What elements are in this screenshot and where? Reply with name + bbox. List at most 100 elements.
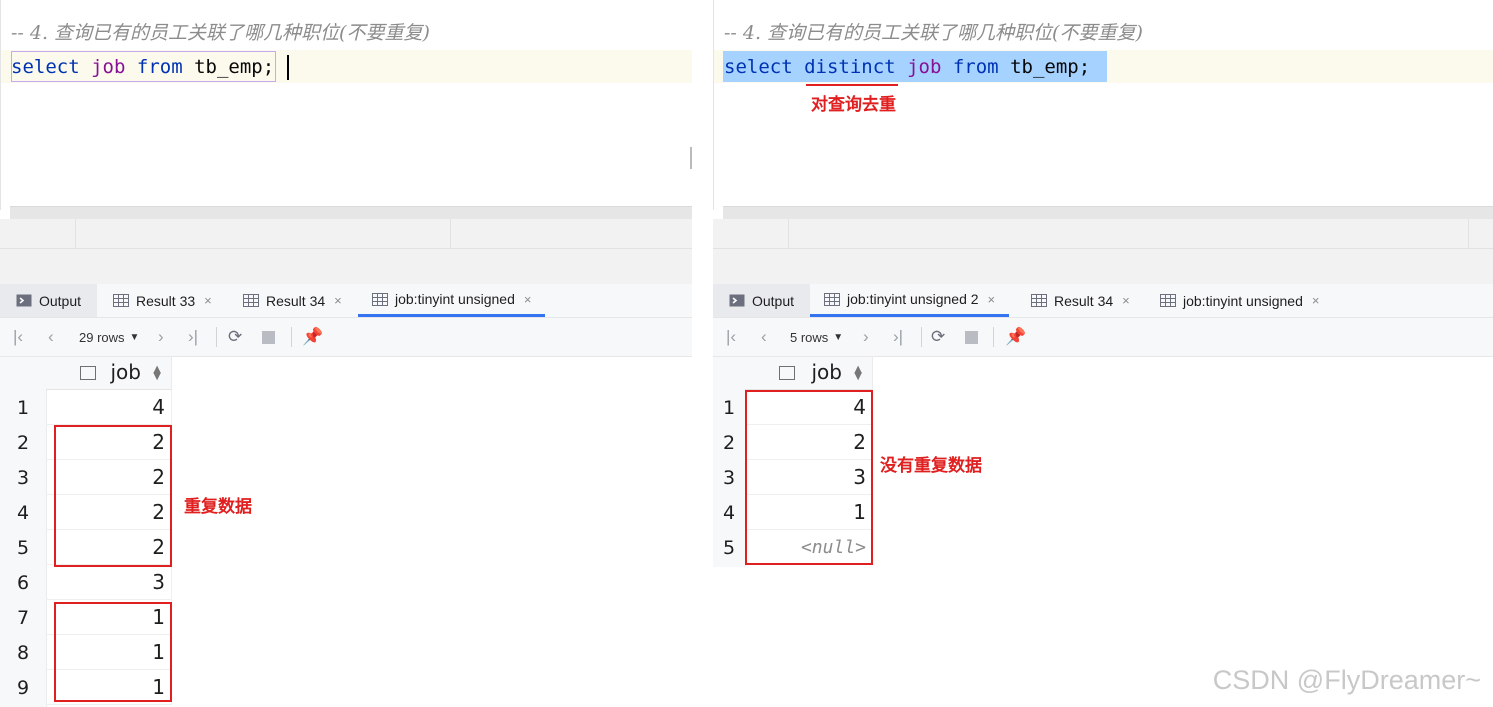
table-icon [243, 294, 259, 307]
tab-output[interactable]: Output [713, 284, 810, 317]
keyword-from: from [136, 56, 183, 78]
column-job: job [91, 56, 126, 78]
output-icon [729, 294, 745, 307]
close-icon[interactable]: × [988, 292, 996, 307]
close-icon[interactable]: × [524, 292, 532, 307]
tab-label: job:tinyint unsigned [1183, 292, 1303, 309]
table-name: tb_emp [1010, 56, 1079, 78]
next-page-icon[interactable]: › [158, 318, 164, 356]
tab-result-34[interactable]: Result 34 × [243, 284, 342, 317]
tab-result-34[interactable]: Result 34 × [1031, 284, 1130, 317]
row-number[interactable]: 8 [0, 635, 46, 670]
first-page-icon[interactable]: |‹ [726, 318, 736, 356]
close-icon[interactable]: × [204, 293, 212, 308]
column-job: job [907, 56, 942, 78]
tab-output[interactable]: Output [0, 284, 97, 317]
close-icon[interactable]: × [1312, 293, 1320, 308]
row-number[interactable]: 4 [713, 495, 745, 530]
no-duplicate-annotation: 没有重复数据 [880, 456, 982, 476]
sql-editor[interactable]: -- 4. 查询已有的员工关联了哪几种职位(不要重复) select job f… [0, 0, 692, 210]
toolbar-separator [993, 327, 994, 347]
tab-result-33[interactable]: Result 33 × [113, 284, 212, 317]
editor-scrollbar[interactable] [690, 147, 692, 169]
column-header-label: job [811, 360, 843, 384]
chevron-down-icon: ▼ [833, 331, 844, 343]
pin-icon[interactable]: 📌 [302, 318, 323, 356]
duplicate-annotation: 重复数据 [184, 497, 252, 517]
text-caret [287, 55, 289, 80]
close-icon[interactable]: × [334, 293, 342, 308]
last-page-icon[interactable]: ›| [893, 318, 903, 356]
column-header-job[interactable]: job ▲ ▼ [745, 357, 873, 390]
row-number[interactable]: 2 [713, 425, 745, 460]
tab-label: Output [751, 292, 795, 309]
sql-statement[interactable]: select job from tb_emp; [11, 52, 274, 82]
divider [713, 248, 1493, 249]
rows-count-label: 29 rows [79, 329, 125, 345]
row-number[interactable]: 3 [0, 460, 46, 495]
table-cell-job[interactable]: 4 [46, 390, 172, 425]
rows-count-dropdown[interactable]: 5 rows ▼ [790, 318, 843, 356]
first-page-icon[interactable]: |‹ [13, 318, 23, 356]
tab-job-tinyint[interactable]: job:tinyint unsigned × [1160, 284, 1319, 317]
statement-end: ; [1078, 56, 1091, 78]
toolbar-separator [216, 327, 217, 347]
keyword-select: select [724, 56, 793, 78]
sql-comment: -- 4. 查询已有的员工关联了哪几种职位(不要重复) [724, 22, 1143, 44]
distinct-result-highlight-box [745, 390, 873, 565]
duplicate-highlight-box [54, 425, 172, 567]
row-number[interactable]: 2 [0, 425, 46, 460]
prev-page-icon[interactable]: ‹ [761, 318, 767, 356]
tab-label: job:tinyint unsigned [395, 291, 515, 307]
row-number[interactable]: 1 [713, 390, 745, 425]
distinct-underline [806, 84, 898, 86]
row-number[interactable]: 5 [713, 530, 745, 565]
row-number[interactable]: 6 [0, 565, 46, 600]
sql-statement[interactable]: select distinct job from tb_emp; [724, 52, 1090, 82]
close-icon[interactable]: × [1122, 293, 1130, 308]
panel-splitter[interactable] [713, 219, 1493, 284]
pin-icon[interactable]: 📌 [1005, 318, 1026, 356]
rows-count-dropdown[interactable]: 29 rows ▼ [79, 318, 139, 356]
table-icon [824, 292, 840, 306]
sql-comment: -- 4. 查询已有的员工关联了哪几种职位(不要重复) [11, 22, 430, 44]
keyword-from: from [952, 56, 999, 78]
statement-end: ; [262, 56, 275, 78]
stop-icon[interactable] [262, 318, 275, 356]
column-icon [779, 366, 795, 380]
horizontal-scrollbar[interactable] [723, 206, 1493, 220]
table-cell-job[interactable]: 3 [46, 565, 172, 600]
refresh-icon[interactable]: ⟳ [228, 318, 242, 356]
row-number[interactable]: 7 [0, 600, 46, 635]
sort-icon[interactable]: ▲ ▼ [854, 365, 862, 382]
tab-label: job:tinyint unsigned 2 [847, 291, 979, 307]
column-header-job[interactable]: job ▲ ▼ [46, 357, 172, 390]
row-number[interactable]: 1 [0, 390, 46, 425]
last-page-icon[interactable]: ›| [188, 318, 198, 356]
row-number[interactable]: 9 [0, 670, 46, 705]
panel-splitter[interactable] [0, 219, 692, 284]
output-icon [16, 294, 32, 307]
tab-label: Output [38, 292, 82, 309]
sort-icon[interactable]: ▲ ▼ [153, 365, 161, 382]
watermark: CSDN @FlyDreamer~ [1212, 665, 1481, 695]
horizontal-scrollbar[interactable] [10, 206, 692, 220]
row-number[interactable]: 4 [0, 495, 46, 530]
right-ide-panel: -- 4. 查询已有的员工关联了哪几种职位(不要重复) select disti… [713, 0, 1493, 707]
prev-page-icon[interactable]: ‹ [48, 318, 54, 356]
divider [1468, 219, 1469, 249]
divider [788, 219, 789, 249]
left-ide-panel: -- 4. 查询已有的员工关联了哪几种职位(不要重复) select job f… [0, 0, 692, 707]
rows-count-label: 5 rows [790, 329, 829, 345]
duplicate-highlight-box [54, 602, 172, 702]
tab-job-tinyint[interactable]: job:tinyint unsigned × [358, 284, 546, 317]
result-tabs: Output job:tinyint unsigned 2 × Result 3… [713, 284, 1493, 318]
row-number[interactable]: 5 [0, 530, 46, 565]
table-name: tb_emp [194, 56, 263, 78]
table-icon [113, 294, 129, 307]
stop-icon[interactable] [965, 318, 978, 356]
refresh-icon[interactable]: ⟳ [931, 318, 945, 356]
tab-job-tinyint-2[interactable]: job:tinyint unsigned 2 × [810, 284, 1010, 317]
next-page-icon[interactable]: › [863, 318, 869, 356]
row-number[interactable]: 3 [713, 460, 745, 495]
